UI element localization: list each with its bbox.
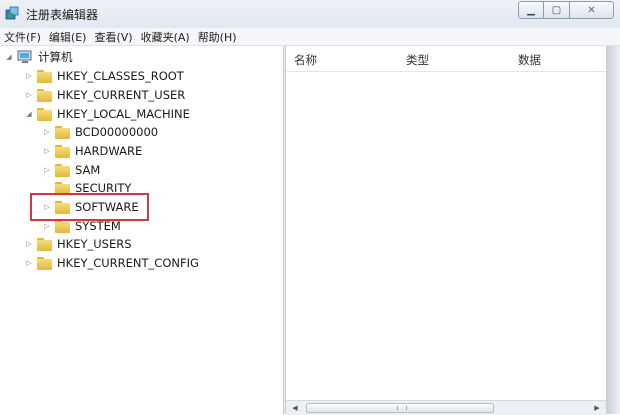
software-highlight-box (30, 193, 149, 221)
tree-node-hardware[interactable]: ▷ HARDWARE (42, 143, 142, 159)
tree-node-bcd00000000[interactable]: ▷ BCD00000000 (42, 124, 158, 140)
menu-favorites[interactable]: 收藏夹(A) (137, 29, 194, 45)
tree-node-hkey-current-config[interactable]: ▷ HKEY_CURRENT_CONFIG (24, 255, 199, 271)
folder-icon (37, 256, 52, 270)
expand-icon[interactable]: ▷ (24, 71, 34, 81)
list-header: 名称 类型 数据 (286, 46, 606, 72)
regedit-icon (5, 6, 19, 20)
window-right-edge (606, 46, 620, 414)
maximize-button[interactable]: ▢ (544, 1, 570, 19)
expand-icon[interactable]: ▷ (42, 127, 52, 137)
folder-icon (37, 69, 52, 83)
minimize-button[interactable]: ▁ (518, 1, 544, 19)
expand-icon[interactable]: ▷ (24, 90, 34, 100)
tree-label: HKEY_CLASSES_ROOT (57, 69, 184, 83)
expand-icon[interactable]: ▷ (42, 165, 52, 175)
folder-icon (55, 144, 70, 158)
horizontal-scrollbar[interactable]: ◀ ▶ (286, 400, 606, 415)
computer-icon (17, 50, 32, 63)
maximize-icon: ▢ (551, 4, 562, 16)
registry-tree: ◢ 计算机 ▷ HKEY_CLASSES_ROOT ▷ HKEY_CURRENT… (0, 46, 283, 414)
column-header-type[interactable]: 类型 (406, 52, 429, 68)
values-list: 名称 类型 数据 (286, 46, 606, 414)
title-bar: 注册表编辑器 ▁ ▢ ✕ (0, 0, 620, 28)
window-title: 注册表编辑器 (26, 8, 99, 22)
grip-icon (397, 406, 407, 410)
collapse-icon[interactable]: ◢ (24, 109, 34, 119)
minimize-icon: ▁ (527, 4, 535, 16)
tree-label: HKEY_LOCAL_MACHINE (57, 107, 190, 121)
menu-file[interactable]: 文件(F) (0, 29, 45, 45)
expand-icon[interactable]: ▷ (24, 239, 34, 249)
folder-icon (55, 125, 70, 139)
tree-label: BCD00000000 (75, 125, 159, 139)
folder-icon (55, 219, 70, 233)
expand-icon[interactable]: ▷ (42, 146, 52, 156)
tree-node-hkey-current-user[interactable]: ▷ HKEY_CURRENT_USER (24, 87, 185, 103)
collapse-icon[interactable]: ◢ (4, 52, 14, 62)
expand-icon[interactable]: ▷ (42, 221, 52, 231)
folder-icon (37, 107, 52, 121)
tree-label: SYSTEM (75, 219, 121, 233)
expand-icon[interactable]: ▷ (24, 258, 34, 268)
menu-view[interactable]: 查看(V) (90, 29, 136, 45)
menu-edit[interactable]: 编辑(E) (45, 29, 91, 45)
tree-label: HARDWARE (75, 144, 143, 158)
column-header-data[interactable]: 数据 (518, 52, 541, 68)
tree-label: HKEY_USERS (57, 237, 132, 251)
menu-bar: 文件(F) 编辑(E) 查看(V) 收藏夹(A) 帮助(H) (0, 28, 620, 46)
tree-node-sam[interactable]: ▷ SAM (42, 162, 100, 178)
no-expander (42, 183, 52, 193)
tree-label: SAM (75, 163, 101, 177)
scroll-right-icon[interactable]: ▶ (590, 402, 604, 414)
tree-node-hkey-local-machine[interactable]: ◢ HKEY_LOCAL_MACHINE (24, 106, 190, 122)
scroll-left-icon[interactable]: ◀ (288, 402, 302, 414)
close-icon: ✕ (587, 4, 596, 16)
close-button[interactable]: ✕ (570, 1, 614, 19)
tree-node-hkey-classes-root[interactable]: ▷ HKEY_CLASSES_ROOT (24, 68, 184, 84)
folder-icon (55, 163, 70, 177)
tree-label: 计算机 (38, 50, 73, 64)
folder-icon (37, 237, 52, 251)
tree-node-hkey-users[interactable]: ▷ HKEY_USERS (24, 236, 132, 252)
tree-label: HKEY_CURRENT_USER (57, 88, 186, 102)
folder-icon (37, 88, 52, 102)
tree-node-computer[interactable]: ◢ 计算机 (4, 49, 73, 65)
tree-label: HKEY_CURRENT_CONFIG (57, 256, 199, 270)
window-controls: ▁ ▢ ✕ (518, 1, 614, 21)
menu-help[interactable]: 帮助(H) (194, 29, 241, 45)
scrollbar-thumb[interactable] (306, 403, 494, 413)
column-header-name[interactable]: 名称 (294, 52, 317, 68)
